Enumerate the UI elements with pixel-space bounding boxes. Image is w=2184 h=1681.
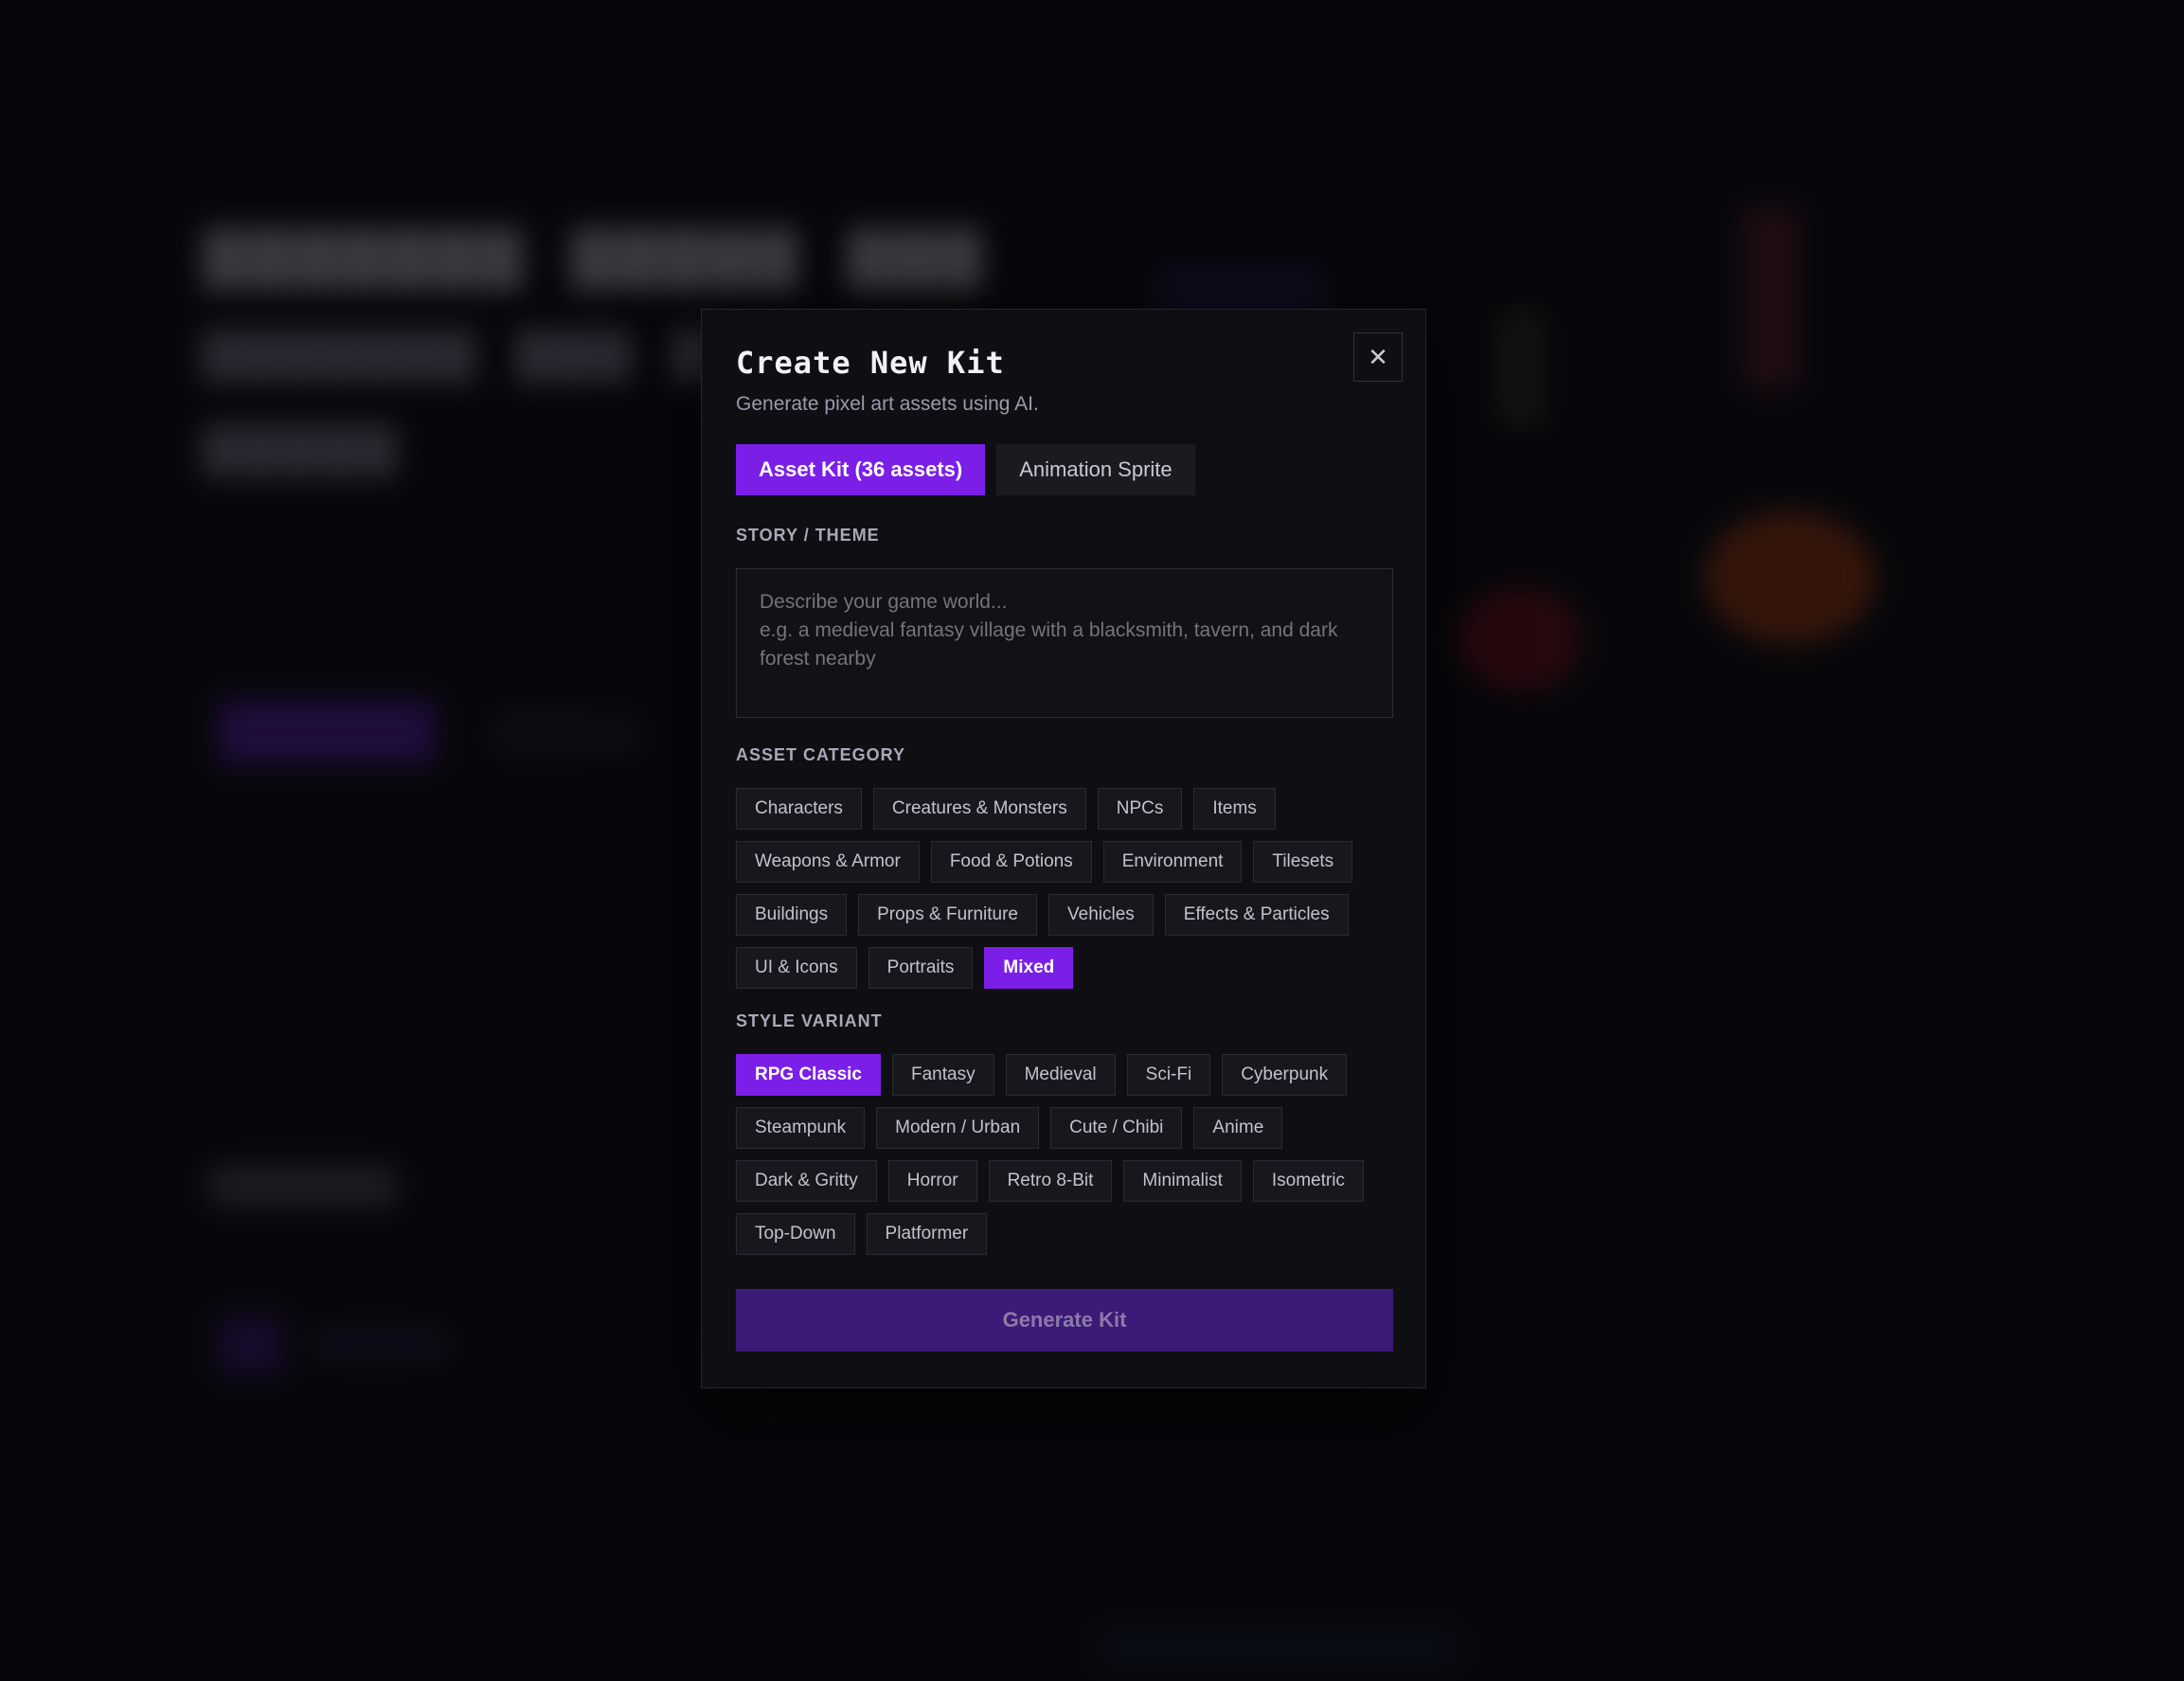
style-chip-horror[interactable]: Horror <box>887 1160 977 1202</box>
category-chip-creatures-and-monsters[interactable]: Creatures & Monsters <box>872 788 1086 830</box>
style-chip-modern-urban[interactable]: Modern / Urban <box>876 1107 1040 1149</box>
create-kit-modal: ✕ Create New Kit Generate pixel art asse… <box>701 309 1426 1388</box>
tab-asset-kit[interactable]: Asset Kit (36 assets) <box>736 444 986 495</box>
asset-category-options: Characters Creatures & Monsters NPCs Items W… <box>736 788 1399 989</box>
style-chip-steampunk[interactable]: Steampunk <box>736 1107 866 1149</box>
story-theme-input[interactable] <box>736 568 1393 718</box>
category-chip-effects-and-particles[interactable]: Effects & Particles <box>1164 894 1349 936</box>
asset-category-label: ASSET CATEGORY <box>736 745 906 764</box>
style-chip-retro-8-bit[interactable]: Retro 8-Bit <box>988 1160 1113 1202</box>
close-icon: ✕ <box>1368 342 1388 371</box>
style-chip-medieval[interactable]: Medieval <box>1005 1054 1116 1096</box>
category-chip-food-and-potions[interactable]: Food & Potions <box>930 841 1092 883</box>
style-chip-cute-chibi[interactable]: Cute / Chibi <box>1050 1107 1183 1149</box>
style-chip-rpg-classic[interactable]: RPG Classic <box>736 1054 881 1096</box>
style-chip-minimalist[interactable]: Minimalist <box>1123 1160 1242 1202</box>
style-chip-anime[interactable]: Anime <box>1193 1107 1283 1149</box>
category-chip-environment[interactable]: Environment <box>1102 841 1243 883</box>
style-chip-cyberpunk[interactable]: Cyberpunk <box>1222 1054 1348 1096</box>
modal-title: Create New Kit <box>736 345 1005 381</box>
style-variant-label: STYLE VARIANT <box>736 1011 883 1030</box>
style-chip-dark-and-gritty[interactable]: Dark & Gritty <box>736 1160 877 1202</box>
category-chip-weapons-and-armor[interactable]: Weapons & Armor <box>736 841 920 883</box>
style-chip-top-down[interactable]: Top-Down <box>736 1213 855 1255</box>
category-chip-props-and-furniture[interactable]: Props & Furniture <box>858 894 1038 936</box>
category-chip-tilesets[interactable]: Tilesets <box>1253 841 1353 883</box>
modal-subtitle: Generate pixel art assets using AI. <box>736 393 1039 415</box>
category-chip-characters[interactable]: Characters <box>736 788 862 830</box>
category-chip-buildings[interactable]: Buildings <box>736 894 848 936</box>
generate-kit-button[interactable]: Generate Kit <box>736 1289 1393 1351</box>
category-chip-portraits[interactable]: Portraits <box>868 947 974 989</box>
style-variant-options: RPG Classic Fantasy Medieval Sci-Fi Cyberpun… <box>736 1054 1399 1255</box>
tab-animation-sprite[interactable]: Animation Sprite <box>996 444 1195 495</box>
close-button[interactable]: ✕ <box>1353 332 1403 382</box>
category-chip-vehicles[interactable]: Vehicles <box>1048 894 1154 936</box>
story-theme-label: STORY / THEME <box>736 526 880 545</box>
category-chip-npcs[interactable]: NPCs <box>1097 788 1183 830</box>
category-chip-ui-and-icons[interactable]: UI & Icons <box>736 947 857 989</box>
category-chip-mixed[interactable]: Mixed <box>984 947 1074 989</box>
category-chip-items[interactable]: Items <box>1193 788 1276 830</box>
style-chip-isometric[interactable]: Isometric <box>1252 1160 1364 1202</box>
style-chip-platformer[interactable]: Platformer <box>866 1213 988 1255</box>
mode-tabs: Asset Kit (36 assets) Animation Sprite <box>736 444 1391 495</box>
style-chip-sci-fi[interactable]: Sci-Fi <box>1126 1054 1211 1096</box>
style-chip-fantasy[interactable]: Fantasy <box>892 1054 994 1096</box>
